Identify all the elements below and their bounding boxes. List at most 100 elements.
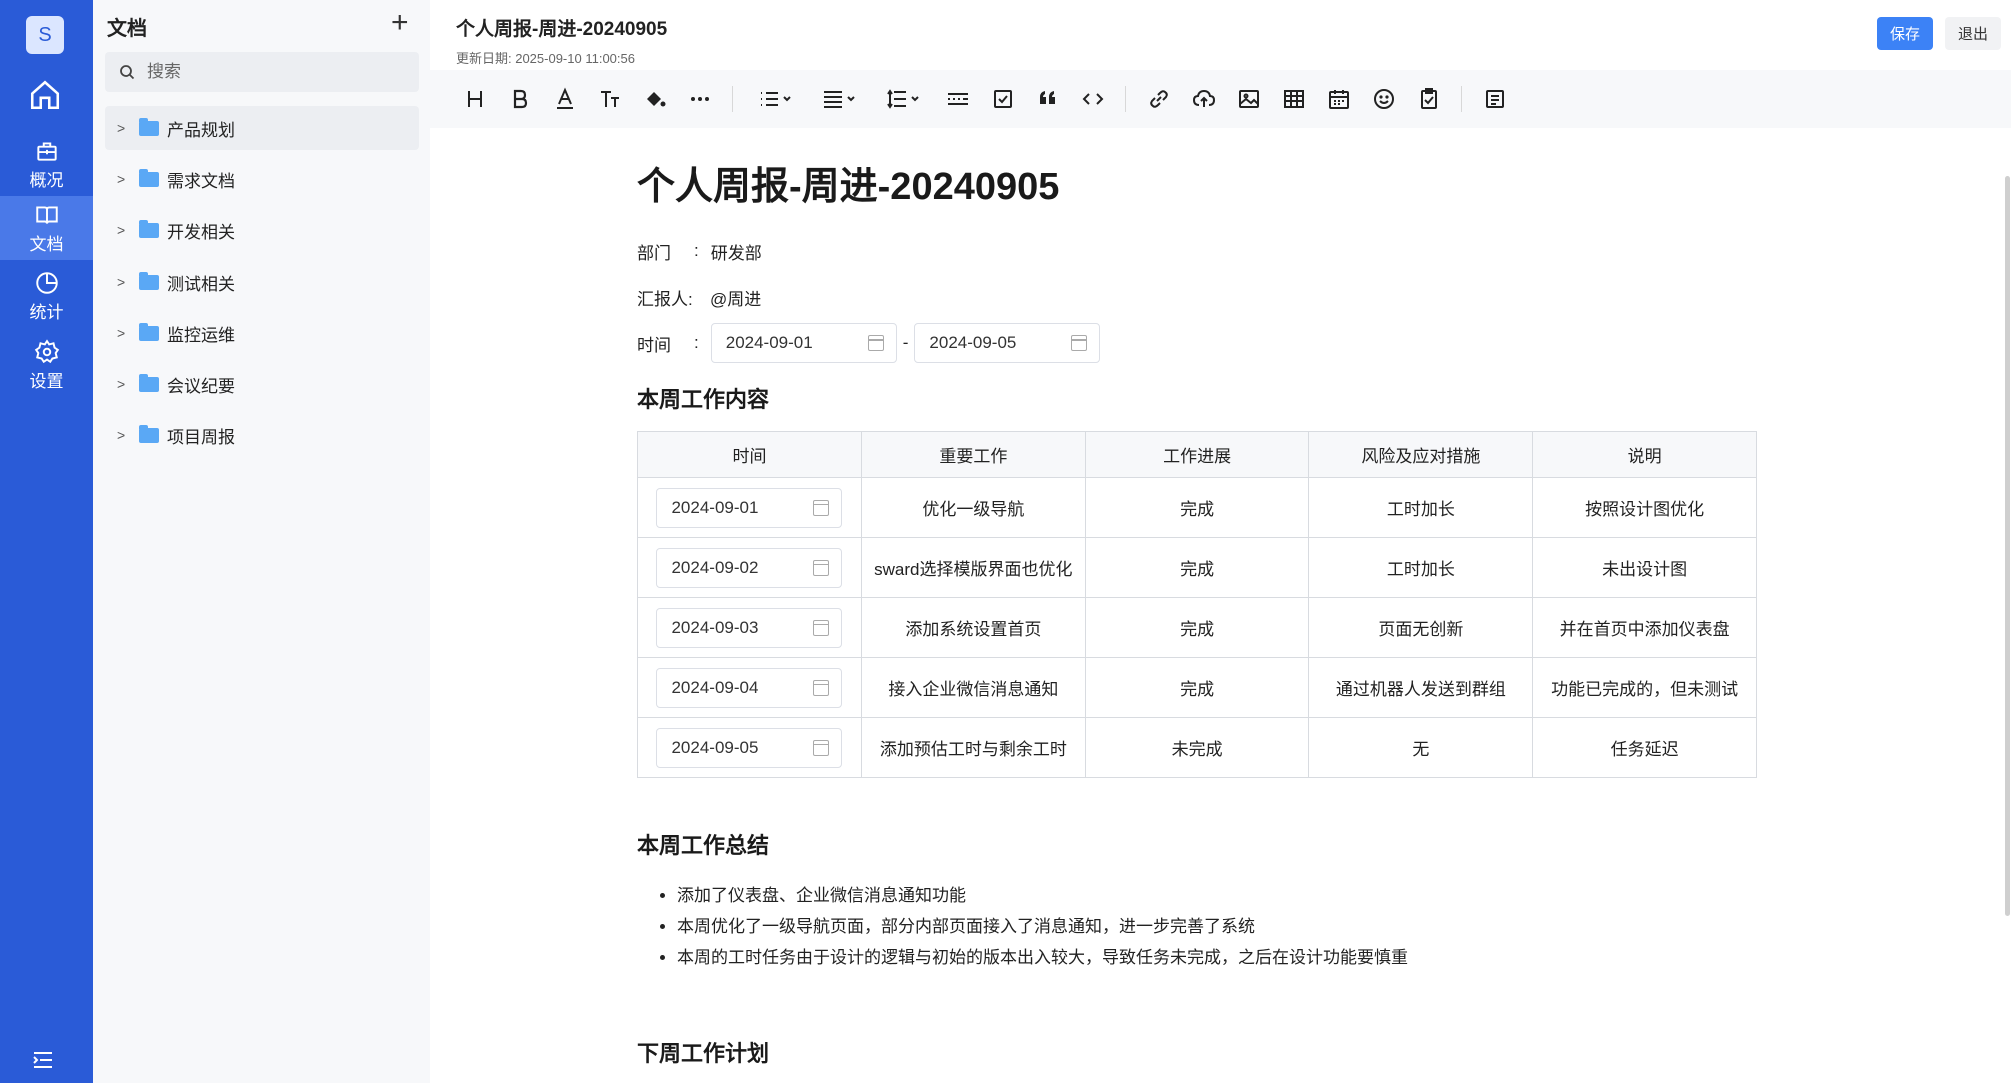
table-cell[interactable]: 添加系统设置首页 [860, 597, 1086, 658]
calendar-icon [867, 335, 884, 351]
table-cell[interactable]: 无 [1308, 717, 1534, 778]
table-cell[interactable]: 页面无创新 [1308, 597, 1534, 658]
table-cell[interactable]: 通过机器人发送到群组 [1308, 657, 1534, 718]
table-cell[interactable]: 完成 [1084, 657, 1310, 718]
bold-icon[interactable] [497, 79, 542, 119]
avatar[interactable]: S [26, 16, 64, 54]
range-separator: - [902, 333, 909, 352]
font-size-icon[interactable] [587, 79, 632, 119]
table-cell[interactable]: 优化一级导航 [860, 477, 1086, 538]
end-date-picker[interactable]: 2024-09-05 [914, 323, 1101, 363]
date-value: 2024-09-02 [671, 557, 759, 577]
reporter-mention[interactable]: @周进 [710, 285, 761, 310]
table-cell[interactable]: 工时加长 [1308, 477, 1534, 538]
folder-icon [139, 168, 159, 187]
list-item[interactable]: 本周优化了一级导航页面，部分内部页面接入了消息通知，进一步完善了系统 [677, 911, 1408, 942]
table-cell[interactable]: 并在首页中添加仪表盘 [1532, 597, 1757, 658]
row-date-picker[interactable]: 2024-09-05 [656, 727, 843, 768]
table-cell[interactable]: 未出设计图 [1532, 537, 1757, 598]
divider-icon[interactable] [935, 79, 980, 119]
bullet-list-icon[interactable] [743, 79, 807, 119]
start-date-picker[interactable]: 2024-09-01 [710, 323, 897, 363]
code-icon[interactable] [1070, 79, 1115, 119]
upload-icon[interactable] [1181, 79, 1226, 119]
line-height-icon[interactable] [871, 79, 935, 119]
toolbar-divider [1125, 86, 1126, 112]
more-icon[interactable] [677, 79, 722, 119]
department-value: 研发部 [710, 243, 762, 263]
list-item[interactable]: 添加了仪表盘、企业微信消息通知功能 [677, 880, 1408, 911]
department-row: 部门 : 研发部 [637, 234, 762, 268]
list-item[interactable]: 本周的工时任务由于设计的逻辑与初始的版本出入较大，导致任务未完成，之后在设计功能… [677, 942, 1408, 973]
link-icon[interactable] [1136, 79, 1181, 119]
chevron-right-icon[interactable]: > [117, 120, 133, 136]
outline-icon[interactable] [1472, 79, 1517, 119]
chevron-right-icon[interactable]: > [117, 171, 133, 187]
tree-folder-item[interactable]: > 会议纪要 [105, 362, 419, 406]
tree-folder-item[interactable]: > 产品规划 [105, 106, 419, 150]
quote-icon[interactable] [1025, 79, 1070, 119]
date-cell: 2024-09-02 [637, 537, 862, 598]
date-value: 2024-09-03 [671, 617, 759, 637]
table-cell[interactable]: sward选择模版界面也优化 [860, 537, 1086, 598]
table-row: 2024-09-01 优化一级导航 完成 工时加长 按照设计图优化 [637, 477, 1757, 538]
calendar-icon[interactable] [1316, 79, 1361, 119]
folder-label: 测试相关 [167, 274, 235, 294]
search-box[interactable] [105, 52, 419, 92]
fill-color-icon[interactable] [632, 79, 677, 119]
chevron-right-icon[interactable]: > [117, 222, 133, 238]
rail-item-stats[interactable]: 统计 [0, 264, 93, 328]
chevron-right-icon[interactable]: > [117, 274, 133, 290]
chevron-right-icon[interactable]: > [117, 376, 133, 392]
rail-item-overview[interactable]: 概况 [0, 132, 93, 196]
table-cell[interactable]: 接入企业微信消息通知 [860, 657, 1086, 718]
table-cell[interactable]: 未完成 [1084, 717, 1310, 778]
icon-rail: S 概况 文档 统计 设置 [0, 0, 93, 1083]
row-date-picker[interactable]: 2024-09-02 [656, 547, 843, 588]
folder-label: 会议纪要 [167, 376, 235, 396]
table-cell[interactable]: 完成 [1084, 537, 1310, 598]
table-cell[interactable]: 任务延迟 [1532, 717, 1757, 778]
add-doc-icon[interactable]: + [391, 8, 409, 38]
table-cell[interactable]: 添加预估工时与剩余工时 [860, 717, 1086, 778]
table-cell[interactable]: 功能已完成的，但未测试 [1532, 657, 1757, 718]
table-cell[interactable]: 工时加长 [1308, 537, 1534, 598]
row-date-picker[interactable]: 2024-09-03 [656, 607, 843, 648]
table-icon[interactable] [1271, 79, 1316, 119]
table-cell[interactable]: 完成 [1084, 597, 1310, 658]
row-date-picker[interactable]: 2024-09-01 [656, 487, 843, 528]
table-cell[interactable]: 完成 [1084, 477, 1310, 538]
scrollbar[interactable] [2005, 176, 2010, 916]
department-label: 部门 [637, 243, 671, 263]
emoji-icon[interactable] [1361, 79, 1406, 119]
home-icon[interactable] [28, 78, 62, 117]
rail-item-docs[interactable]: 文档 [0, 196, 93, 260]
doc-header: 个人周报-周进-20240905 更新日期: 2025-09-10 11:00:… [430, 0, 2011, 70]
save-button[interactable]: 保存 [1877, 17, 1933, 50]
chevron-right-icon[interactable]: > [117, 427, 133, 443]
collapse-menu-icon[interactable] [32, 1050, 54, 1075]
chevron-right-icon[interactable]: > [117, 325, 133, 341]
reporter-row: 汇报人: @周进 [637, 280, 761, 314]
clipboard-icon[interactable] [1406, 79, 1451, 119]
font-color-icon[interactable] [542, 79, 587, 119]
align-icon[interactable] [807, 79, 871, 119]
table-cell[interactable]: 按照设计图优化 [1532, 477, 1757, 538]
checkbox-icon[interactable] [980, 79, 1025, 119]
tree-folder-item[interactable]: > 开发相关 [105, 208, 419, 252]
folder-icon [139, 271, 159, 290]
section-next-heading: 下周工作计划 [637, 1041, 770, 1066]
search-input[interactable] [147, 62, 387, 82]
heading-icon[interactable] [452, 79, 497, 119]
briefcase-icon [36, 141, 57, 161]
tree-folder-item[interactable]: > 项目周报 [105, 413, 419, 457]
tree-title: 文档 [107, 18, 147, 40]
exit-button[interactable]: 退出 [1945, 17, 2001, 50]
tree-folder-item[interactable]: > 监控运维 [105, 311, 419, 355]
image-icon[interactable] [1226, 79, 1271, 119]
row-date-picker[interactable]: 2024-09-04 [656, 667, 843, 708]
rail-item-label: 文档 [29, 234, 64, 254]
tree-folder-item[interactable]: > 测试相关 [105, 260, 419, 304]
rail-item-settings[interactable]: 设置 [0, 333, 93, 397]
tree-folder-item[interactable]: > 需求文档 [105, 157, 419, 201]
